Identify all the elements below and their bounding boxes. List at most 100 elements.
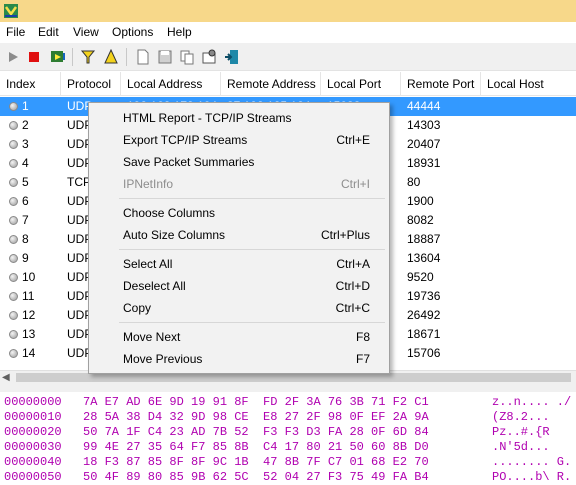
save-icon <box>158 50 172 64</box>
menu-item-copy[interactable]: Copy Ctrl+C <box>91 297 387 319</box>
copy-button[interactable] <box>177 47 197 67</box>
cell-remote-port: 13604 <box>407 251 441 265</box>
col-header-protocol[interactable]: Protocol <box>61 72 121 96</box>
advanced-filter-button[interactable] <box>101 47 121 67</box>
exit-button[interactable] <box>222 47 242 67</box>
menu-item-save-packet-summaries[interactable]: Save Packet Summaries <box>91 151 387 173</box>
scroll-left-icon[interactable]: ◀ <box>2 371 10 384</box>
cell-index: 6 <box>22 194 29 208</box>
cell-index: 3 <box>22 137 29 151</box>
stream-status-icon <box>9 330 18 339</box>
start-capture-button[interactable] <box>3 47 23 67</box>
cell-remote-port: 8082 <box>407 213 434 227</box>
menu-file[interactable]: File <box>6 25 25 39</box>
menu-item-shortcut: Ctrl+D <box>335 279 370 293</box>
menu-item-shortcut: Ctrl+A <box>336 257 370 271</box>
col-header-remote-address[interactable]: Remote Address <box>221 72 321 96</box>
menu-item-label: Select All <box>123 257 173 271</box>
menu-view[interactable]: View <box>73 25 99 39</box>
scroll-thumb[interactable] <box>16 373 571 382</box>
capture-options-button[interactable] <box>48 47 68 67</box>
cell-remote-port: 80 <box>407 175 421 189</box>
stream-status-icon <box>9 254 18 263</box>
stream-status-icon <box>9 311 18 320</box>
context-menu: HTML Report - TCP/IP Streams Export TCP/I… <box>88 102 390 374</box>
menu-item-shortcut: Ctrl+C <box>335 301 370 315</box>
menu-item-shortcut: F8 <box>355 330 370 344</box>
menu-item-label: IPNetInfo <box>123 177 174 191</box>
cell-remote-port: 18931 <box>407 156 441 170</box>
col-header-local-address[interactable]: Local Address <box>121 72 221 96</box>
menu-help[interactable]: Help <box>167 25 192 39</box>
cell-index: 12 <box>22 308 36 322</box>
hex-offset: 00000010 <box>4 410 62 424</box>
hex-ascii: (Z8.2... <box>492 410 550 424</box>
hex-bytes: 18 F3 87 85 8F 8F 9C 1B 47 8B 7F C7 01 6… <box>83 455 429 469</box>
menu-item-select-all[interactable]: Select All Ctrl+A <box>91 253 387 275</box>
menu-item-move-previous[interactable]: Move Previous F7 <box>91 348 387 370</box>
stream-status-icon <box>9 235 18 244</box>
cell-index: 4 <box>22 156 29 170</box>
save-button[interactable] <box>155 47 175 67</box>
cell-index: 11 <box>22 289 35 303</box>
pane-splitter[interactable] <box>0 384 576 392</box>
cell-index: 14 <box>22 346 36 360</box>
hex-ascii: Pz..#.{R <box>492 425 550 439</box>
menu-item-deselect-all[interactable]: Deselect All Ctrl+D <box>91 275 387 297</box>
hex-offset: 00000020 <box>4 425 62 439</box>
menu-item-export-tcp-ip-streams[interactable]: Export TCP/IP Streams Ctrl+E <box>91 129 387 151</box>
hex-bytes: 7A E7 AD 6E 9D 19 91 8F FD 2F 3A 76 3B 7… <box>83 395 429 409</box>
cell-index: 2 <box>22 118 29 132</box>
stream-status-icon <box>9 273 18 282</box>
cell-index: 8 <box>22 232 29 246</box>
cell-index: 1 <box>22 99 29 113</box>
col-header-index[interactable]: Index <box>0 72 61 96</box>
col-header-local-host[interactable]: Local Host <box>481 72 576 96</box>
menu-options[interactable]: Options <box>112 25 153 39</box>
table-header: Index Protocol Local Address Remote Addr… <box>0 72 576 96</box>
hex-bytes: 28 5A 38 D4 32 9D 98 CE E8 27 2F 98 0F E… <box>83 410 429 424</box>
stream-status-icon <box>9 140 18 149</box>
menu-separator <box>119 322 385 323</box>
menu-edit[interactable]: Edit <box>38 25 59 39</box>
cell-remote-port: 1900 <box>407 194 434 208</box>
menu-item-move-next[interactable]: Move Next F8 <box>91 326 387 348</box>
hex-bytes: 99 4E 27 35 64 F7 85 8B C4 17 80 21 50 6… <box>83 440 429 454</box>
stream-status-icon <box>9 197 18 206</box>
menu-item-label: Move Next <box>123 330 181 344</box>
menu-separator <box>119 198 385 199</box>
menu-item-html-report-tcp-ip-streams[interactable]: HTML Report - TCP/IP Streams <box>91 107 387 129</box>
menu-item-choose-columns[interactable]: Choose Columns <box>91 202 387 224</box>
stream-status-icon <box>9 102 18 111</box>
cell-index: 7 <box>22 213 29 227</box>
hex-offset: 00000000 <box>4 395 62 409</box>
hex-offset: 00000050 <box>4 470 62 484</box>
cell-remote-port: 20407 <box>407 137 441 151</box>
menu-item-label: Save Packet Summaries <box>123 155 255 169</box>
cell-remote-port: 18887 <box>407 232 441 246</box>
menu-item-label: Choose Columns <box>123 206 216 220</box>
cell-index: 10 <box>22 270 36 284</box>
stream-status-icon <box>9 159 18 168</box>
menu-item-label: HTML Report - TCP/IP Streams <box>123 111 292 125</box>
menu-item-shortcut: Ctrl+E <box>336 133 370 147</box>
menu-bar: File Edit View Options Help <box>0 22 576 43</box>
menu-item-label: Move Previous <box>123 352 203 366</box>
cell-remote-port: 19736 <box>407 289 441 303</box>
properties-button[interactable] <box>199 47 219 67</box>
cell-remote-port: 44444 <box>407 99 441 113</box>
filter-button[interactable] <box>78 47 98 67</box>
exit-icon <box>225 50 238 64</box>
cell-remote-port: 26492 <box>407 308 441 322</box>
col-header-local-port[interactable]: Local Port <box>321 72 401 96</box>
menu-separator <box>119 249 385 250</box>
menu-item-shortcut: Ctrl+I <box>340 177 370 191</box>
col-header-remote-port[interactable]: Remote Port <box>401 72 481 96</box>
filter-icon <box>80 50 96 64</box>
cell-remote-port: 15706 <box>407 346 441 360</box>
hex-bytes: 50 7A 1F C4 23 AD 7B 52 F3 F3 D3 FA 28 0… <box>83 425 429 439</box>
new-button[interactable] <box>133 47 153 67</box>
hex-dump-pane: 00000000 7A E7 AD 6E 9D 19 91 8F FD 2F 3A… <box>0 392 576 485</box>
menu-item-auto-size-columns[interactable]: Auto Size Columns Ctrl+Plus <box>91 224 387 246</box>
stop-capture-button[interactable] <box>24 47 44 67</box>
